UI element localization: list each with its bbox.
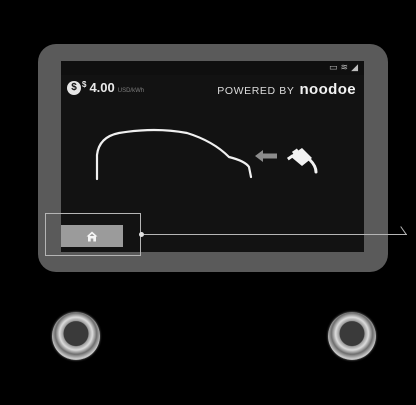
powered-by: POWERED BY noodoe — [217, 81, 356, 98]
callout-line — [144, 234, 407, 235]
price-value: 4.00 — [89, 80, 115, 95]
dollar-coin-icon: $ — [67, 80, 81, 95]
charger-device: ▭ ≋ ◢ $ $ 4.00 USD/kWh POWERED BY noodoe — [0, 0, 416, 405]
physical-button-left[interactable] — [52, 312, 100, 360]
car-outline-icon — [95, 128, 253, 181]
screen-cast-icon: ▭ — [329, 62, 338, 73]
price-display: $ $ 4.00 USD/kWh — [67, 80, 144, 95]
currency-symbol: $ — [82, 80, 87, 89]
physical-button-right[interactable] — [328, 312, 376, 360]
wifi-icon: ≋ — [340, 62, 349, 73]
ev-plug-icon — [286, 148, 318, 174]
home-button-highlight — [45, 213, 141, 256]
brand-logo: noodoe — [299, 81, 356, 98]
signal-icon: ◢ — [351, 62, 358, 73]
price-unit: USD/kWh — [117, 88, 145, 94]
powered-by-label: POWERED BY — [217, 85, 295, 97]
arrow-left-icon — [255, 150, 277, 162]
status-bar: ▭ ≋ ◢ — [61, 61, 364, 75]
